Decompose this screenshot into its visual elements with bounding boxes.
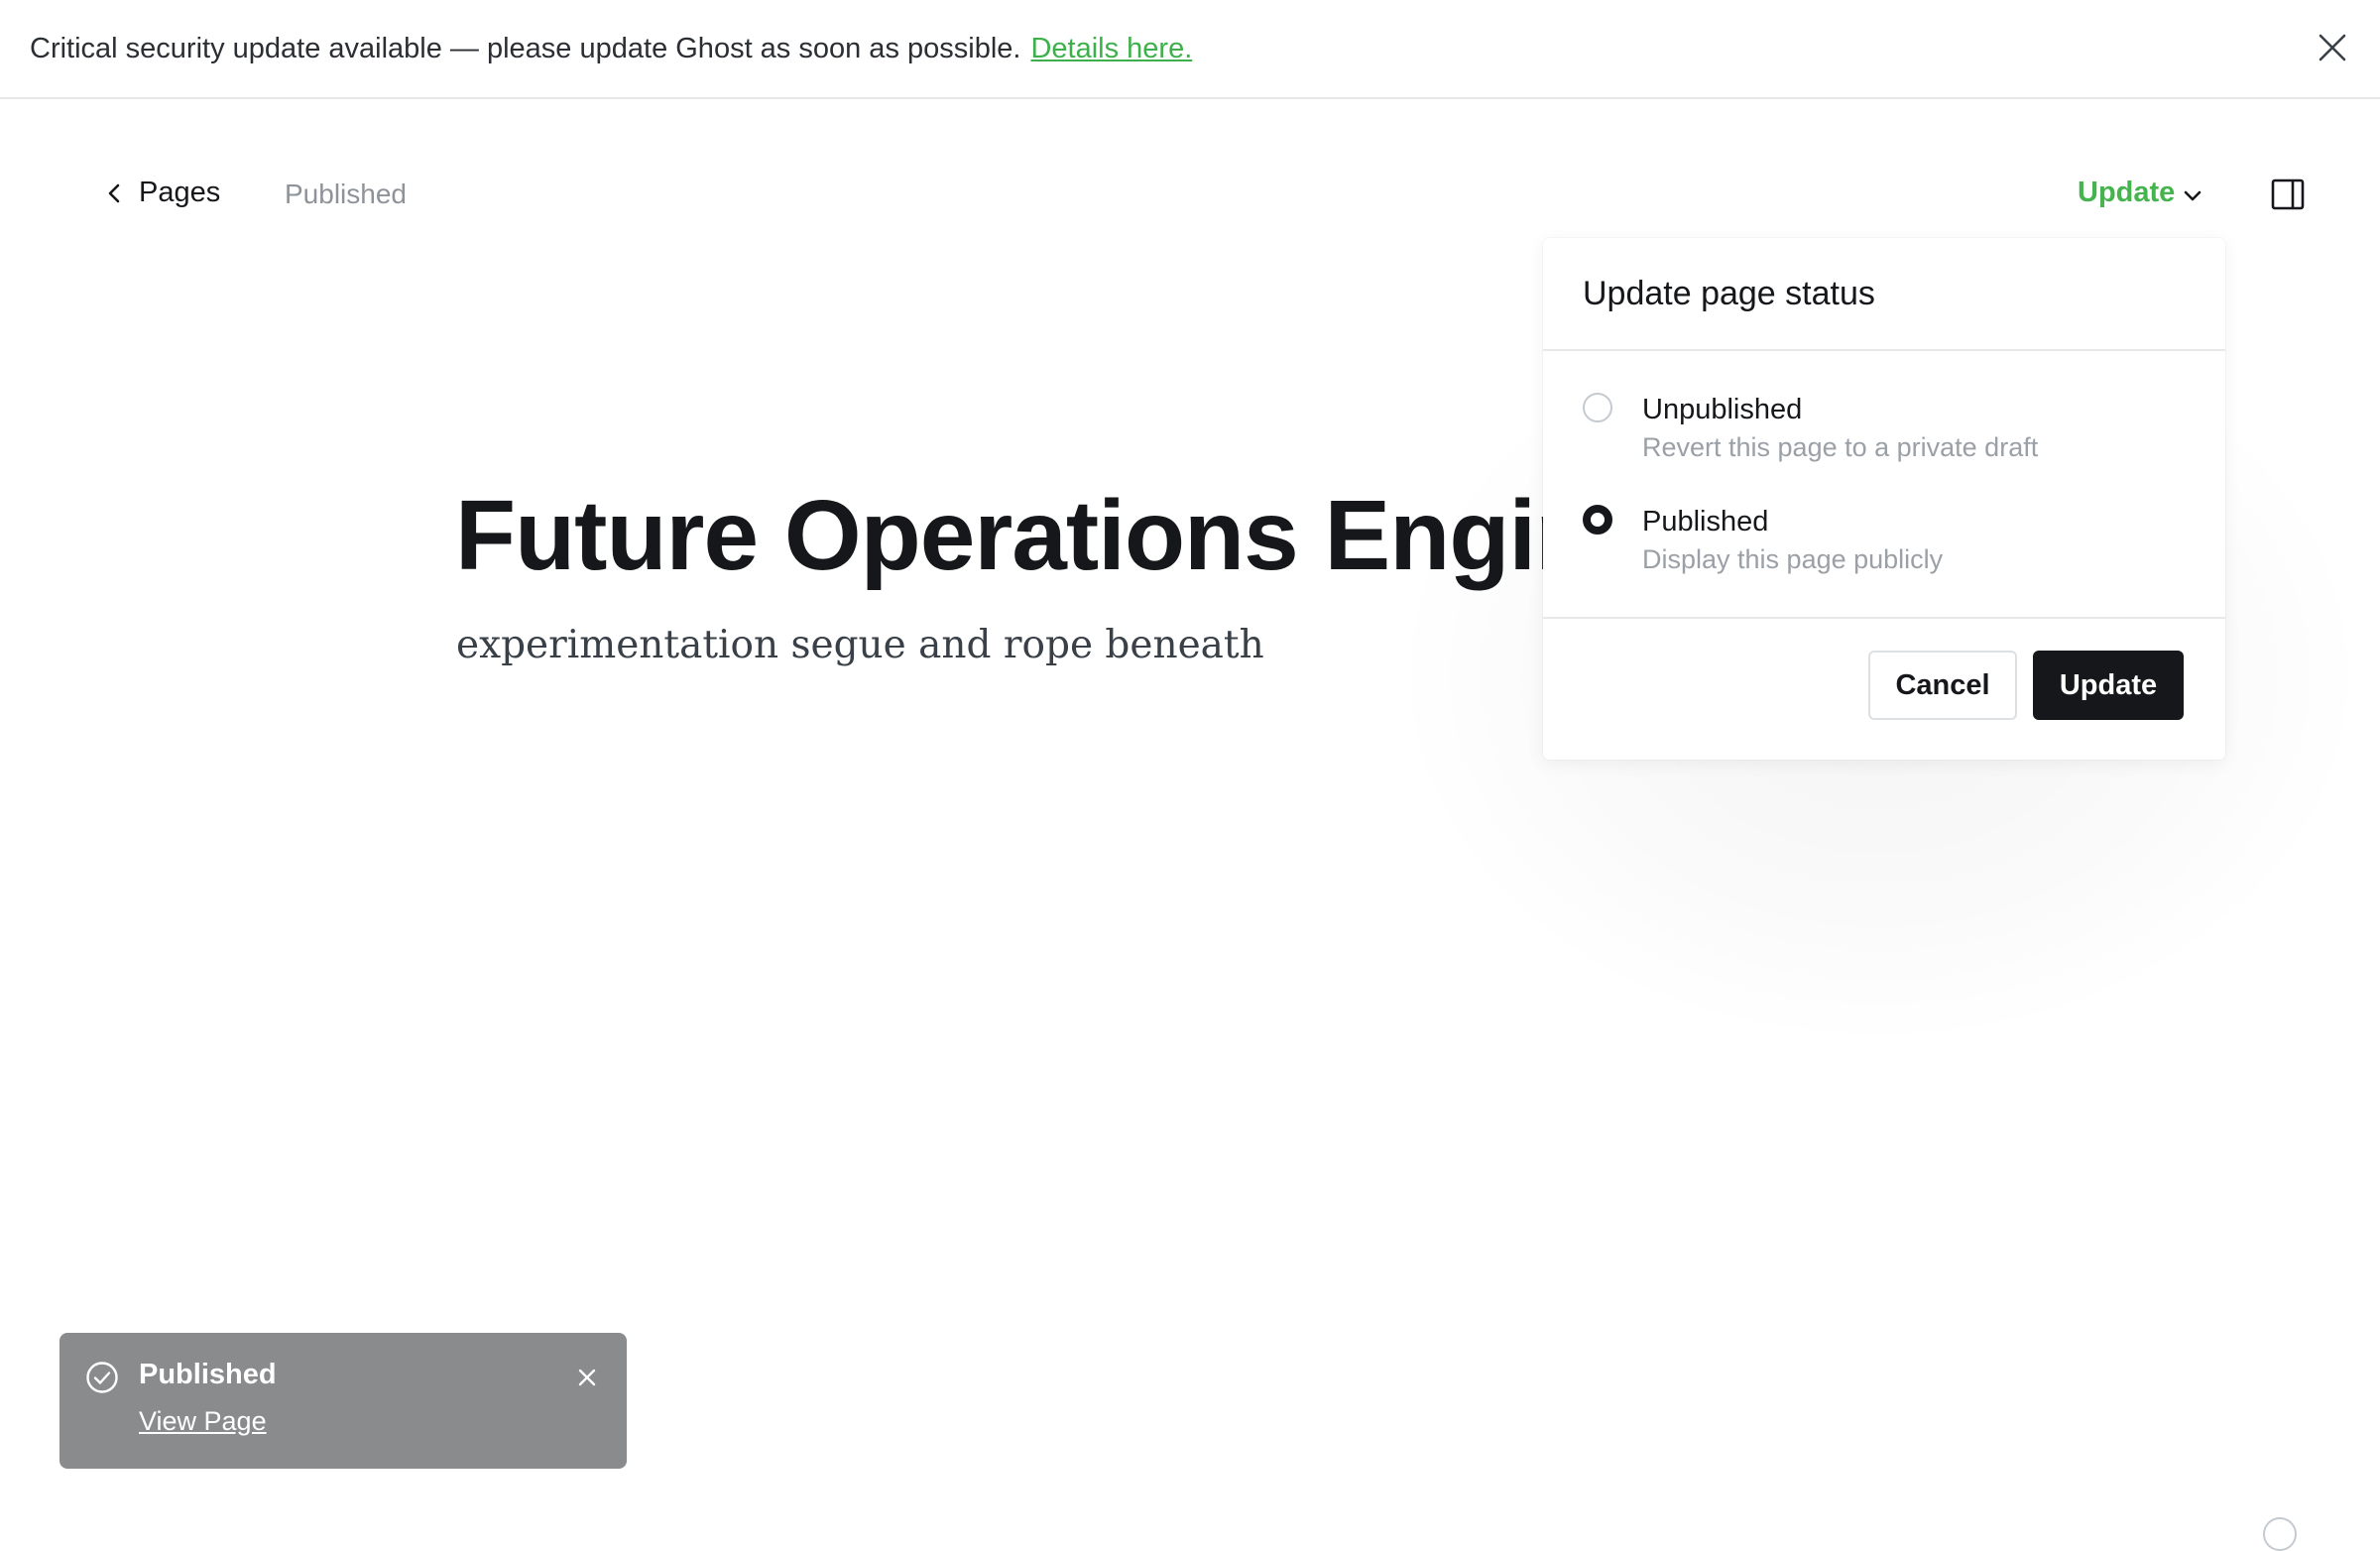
page-excerpt[interactable]: experimentation segue and rope beneath: [456, 623, 1264, 667]
check-circle-icon: [86, 1362, 118, 1393]
help-icon[interactable]: [2263, 1517, 2297, 1551]
radio-published[interactable]: [1583, 505, 1612, 535]
close-icon[interactable]: [572, 1363, 602, 1392]
page-title[interactable]: Future Operations Engine: [455, 476, 1650, 595]
banner-details-link[interactable]: Details here.: [1030, 33, 1192, 65]
banner-message: Critical security update available — ple…: [30, 32, 1021, 64]
close-icon[interactable]: [2315, 30, 2350, 65]
popover-title: Update page status: [1543, 238, 2225, 351]
update-status-popover: Update page status Unpublished Revert th…: [1543, 238, 2225, 760]
update-trigger-label: Update: [2078, 177, 2176, 208]
popover-footer: Cancel Update: [1543, 617, 2225, 760]
view-page-link[interactable]: View Page: [139, 1406, 267, 1437]
security-banner: Critical security update available — ple…: [0, 0, 2380, 99]
option-title: Published: [1642, 506, 1769, 537]
option-published[interactable]: Published Display this page publicly: [1583, 503, 1943, 578]
chevron-left-icon: [108, 183, 120, 202]
cancel-button[interactable]: Cancel: [1868, 651, 2017, 720]
update-dropdown-trigger[interactable]: Update: [2078, 177, 2202, 209]
back-link-label: Pages: [139, 177, 221, 208]
update-button[interactable]: Update: [2033, 651, 2184, 720]
option-description: Revert this page to a private draft: [1642, 432, 2039, 462]
radio-unpublished[interactable]: [1583, 393, 1612, 422]
published-toast: Published View Page: [60, 1333, 627, 1469]
toast-title: Published: [139, 1359, 277, 1390]
chevron-down-icon: [2184, 190, 2202, 200]
page-status-label: Published: [285, 179, 407, 209]
back-to-pages-link[interactable]: Pages: [107, 177, 220, 209]
option-unpublished[interactable]: Unpublished Revert this page to a privat…: [1583, 391, 2038, 466]
sidebar-toggle-icon[interactable]: [2271, 179, 2305, 210]
option-description: Display this page publicly: [1642, 544, 1944, 574]
option-title: Unpublished: [1642, 394, 1803, 425]
